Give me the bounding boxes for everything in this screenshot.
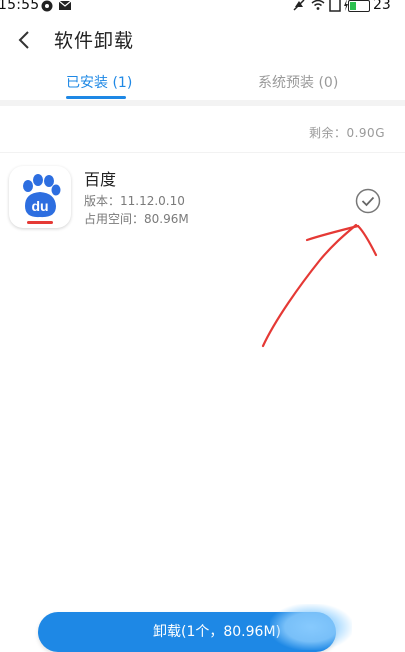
storage-remaining: 剩余：0.90G — [308, 126, 385, 140]
svg-text:du: du — [31, 198, 48, 214]
status-time: 15:55 — [0, 0, 40, 13]
app-size: 占用空间：80.96M — [84, 212, 189, 226]
status-bar: 15:55 23 — [0, 0, 405, 18]
list-divider — [0, 152, 405, 153]
baidu-paw-icon: du — [9, 166, 71, 228]
app-version: 版本：11.12.0.10 — [84, 194, 185, 208]
tab-system-preinstalled[interactable]: 系统预装 (0) — [258, 72, 338, 92]
tab-installed[interactable]: 已安装 (1) — [66, 72, 132, 92]
tab-bar: 已安装 (1) 系统预装 (0) — [0, 64, 405, 102]
uninstall-button-label: 卸载(1个，80.96M) — [153, 624, 281, 640]
battery-percent: 23 — [373, 0, 391, 13]
checkmark-circle-icon[interactable] — [354, 187, 382, 215]
mute-icon — [292, 0, 306, 16]
mail-icon — [58, 0, 72, 16]
section-divider — [0, 100, 405, 106]
wifi-icon — [311, 0, 325, 16]
battery-icon — [348, 0, 370, 12]
page-title: 软件卸载 — [54, 30, 135, 52]
sim-icon — [329, 0, 341, 16]
list-item[interactable]: du 百度 版本：11.12.0.10 占用空间：80.96M — [0, 160, 405, 244]
title-bar: 软件卸载 — [0, 22, 405, 62]
notification-icon — [40, 0, 54, 16]
back-arrow-icon[interactable] — [12, 26, 40, 54]
app-name: 百度 — [84, 170, 117, 189]
active-tab-indicator — [66, 96, 126, 99]
glare-overlay — [270, 604, 352, 650]
